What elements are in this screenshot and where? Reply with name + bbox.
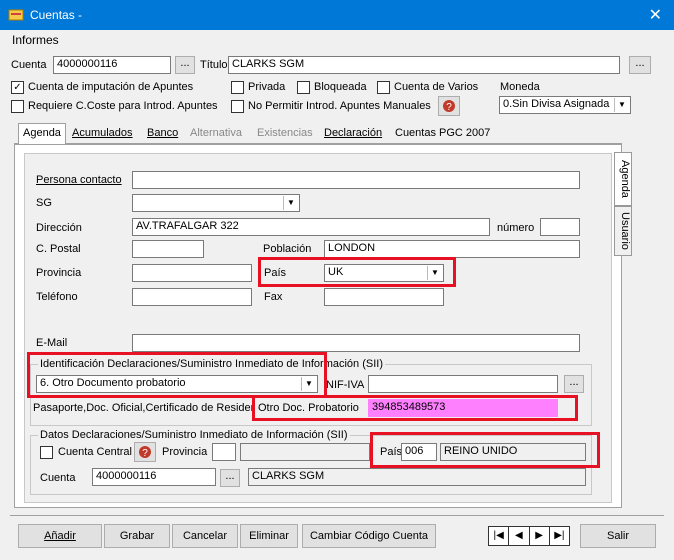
cuenta-lookup-button[interactable]: ...	[175, 56, 195, 74]
nif-iva-label: NIF-IVA	[326, 379, 365, 391]
bloqueada-checkbox[interactable]	[297, 81, 310, 94]
cancelar-button[interactable]: Cancelar	[172, 524, 238, 548]
telefono-input[interactable]	[132, 288, 252, 306]
last-record-icon[interactable]: ▶|	[550, 527, 569, 545]
varios-checkbox[interactable]	[377, 81, 390, 94]
window-title: Cuentas -	[30, 8, 83, 22]
datos-provincia-label: Provincia	[162, 446, 208, 458]
moneda-value: 0.Sin Divisa Asignada	[503, 98, 610, 110]
svg-text:?: ?	[142, 448, 148, 459]
cuenta-input[interactable]: 4000000116	[53, 56, 171, 74]
provincia-label: Provincia	[36, 267, 82, 279]
sg-select[interactable]: ▼	[132, 194, 300, 212]
chevron-down-icon: ▼	[614, 98, 629, 112]
fax-input[interactable]	[324, 288, 444, 306]
help-icon: ?	[139, 446, 151, 459]
highlight-sii-tipo	[27, 352, 327, 398]
datos-provincia-code[interactable]	[212, 443, 236, 461]
tab-banco[interactable]: Banco	[143, 124, 182, 144]
titulo-label: Título	[200, 59, 228, 71]
titulo-lookup-button[interactable]: ...	[629, 56, 651, 74]
side-tab-agenda[interactable]: Agenda	[614, 152, 632, 206]
direccion-label: Dirección	[36, 222, 82, 234]
chevron-down-icon: ▼	[283, 196, 298, 210]
tab-declaracion[interactable]: Declaración	[320, 124, 386, 144]
no-permitir-label: No Permitir Introd. Apuntes Manuales	[248, 100, 431, 112]
persona-contacto-input[interactable]	[132, 171, 580, 189]
imputacion-label: Cuenta de imputación de Apuntes	[28, 81, 194, 93]
datos-provincia-name	[240, 443, 370, 461]
cpostal-label: C. Postal	[36, 243, 81, 255]
help-button[interactable]: ?	[438, 96, 460, 116]
numero-label: número	[497, 222, 535, 234]
side-tab-usuario[interactable]: Usuario	[614, 206, 632, 256]
no-permitir-checkbox[interactable]	[231, 100, 244, 113]
eliminar-button[interactable]: Eliminar	[240, 524, 298, 548]
tab-acumulados[interactable]: Acumulados	[68, 124, 137, 144]
datos-cuenta-label: Cuenta	[40, 472, 76, 484]
bloqueada-label: Bloqueada	[314, 81, 367, 93]
pasaporte-label: Pasaporte,Doc. Oficial,Certificado de Re…	[33, 402, 255, 414]
moneda-label: Moneda	[500, 81, 540, 93]
cuenta-label: Cuenta	[11, 59, 47, 71]
tab-agenda[interactable]: Agenda	[18, 123, 66, 144]
moneda-select[interactable]: 0.Sin Divisa Asignada ▼	[499, 96, 631, 114]
telefono-label: Teléfono	[36, 291, 78, 303]
next-record-icon[interactable]: ▶	[530, 527, 550, 545]
cuenta-central-checkbox[interactable]	[40, 446, 53, 459]
email-input[interactable]	[132, 334, 580, 352]
datos-cuenta-input[interactable]: 4000000116	[92, 468, 216, 486]
menu-bar: Informes	[0, 30, 674, 50]
grabar-button[interactable]: Grabar	[104, 524, 170, 548]
help-icon: ?	[443, 100, 455, 113]
tab-cuentas-pgc[interactable]: Cuentas PGC 2007	[391, 124, 494, 144]
email-label: E-Mail	[36, 337, 68, 349]
datos-cuenta-lookup-button[interactable]: ...	[220, 469, 240, 487]
datos-sii-group-title: Datos Declaraciones/Suministro Inmediato…	[38, 429, 350, 441]
sg-label: SG	[36, 197, 52, 209]
privada-label: Privada	[248, 81, 286, 93]
poblacion-label: Población	[263, 243, 312, 255]
imputacion-checkbox[interactable]: ✓	[11, 81, 24, 94]
salir-button[interactable]: Salir	[580, 524, 656, 548]
poblacion-input[interactable]: LONDON	[324, 240, 580, 258]
varios-label: Cuenta de Varios	[394, 81, 479, 93]
svg-text:?: ?	[446, 102, 452, 113]
pasaporte-label-box: Pasaporte,Doc. Oficial,Certificado de Re…	[33, 402, 255, 416]
persona-contacto-label: Persona contacto	[36, 174, 122, 186]
title-bar: Cuentas - ✕	[0, 0, 674, 30]
app-icon	[8, 9, 24, 21]
direccion-input[interactable]: AV.TRAFALGAR 322	[132, 218, 490, 236]
provincia-input[interactable]	[132, 264, 252, 282]
highlight-otro-doc	[252, 395, 578, 421]
highlight-datos-pais	[370, 432, 600, 468]
cambiar-codigo-button[interactable]: Cambiar Código Cuenta	[302, 524, 436, 548]
prev-record-icon[interactable]: ◀	[509, 527, 530, 545]
datos-help-button[interactable]: ?	[134, 442, 156, 462]
menu-informes[interactable]: Informes	[12, 33, 59, 47]
nif-lookup-button[interactable]: ...	[564, 375, 584, 393]
highlight-pais	[258, 257, 456, 287]
close-icon[interactable]: ✕	[649, 5, 662, 25]
tab-alternativa[interactable]: Alternativa	[186, 124, 246, 144]
anadir-button[interactable]: Añadir	[18, 524, 102, 548]
datos-cuenta-name: CLARKS SGM	[248, 468, 586, 486]
numero-input[interactable]	[540, 218, 580, 236]
titulo-input[interactable]: CLARKS SGM	[228, 56, 620, 74]
cpostal-input[interactable]	[132, 240, 204, 258]
tab-existencias[interactable]: Existencias	[253, 124, 317, 144]
cuenta-central-label: Cuenta Central	[58, 446, 132, 458]
record-navigator: |◀ ◀ ▶ ▶|	[488, 526, 570, 546]
privada-checkbox[interactable]	[231, 81, 244, 94]
ccoste-checkbox[interactable]	[11, 100, 24, 113]
ccoste-label: Requiere C.Coste para Introd. Apuntes	[28, 100, 218, 112]
fax-label: Fax	[264, 291, 283, 303]
first-record-icon[interactable]: |◀	[489, 527, 510, 545]
nif-iva-input[interactable]	[368, 375, 558, 393]
